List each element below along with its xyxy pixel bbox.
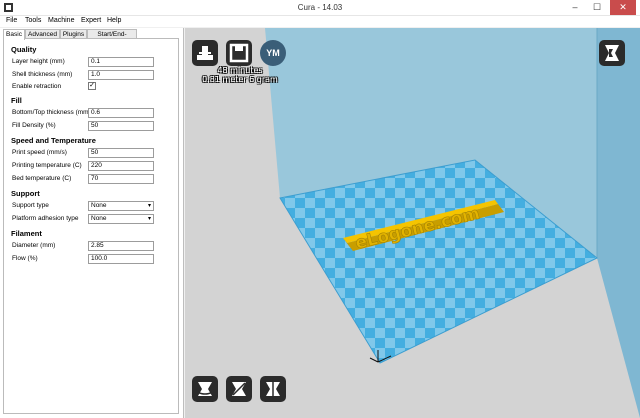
title-bar: Cura - 14.03 – ☐ ✕: [0, 0, 640, 16]
support-type-label: Support type: [12, 202, 49, 209]
diameter-label: Diameter (mm): [12, 242, 56, 249]
menu-expert[interactable]: Expert: [81, 17, 101, 24]
shell-thickness-input[interactable]: 1.0: [88, 70, 154, 80]
shell-thickness-label: Shell thickness (mm): [12, 71, 73, 78]
save-icon: [229, 43, 249, 63]
filament-header: Filament: [11, 229, 42, 238]
fill-density-input[interactable]: 50: [88, 121, 154, 131]
material-usage: 0.81 meter 6 gram: [202, 75, 278, 84]
bed-temperature-label: Bed temperature (C): [12, 175, 72, 182]
minimize-button[interactable]: –: [566, 0, 584, 15]
retraction-label: Enable retraction: [12, 83, 62, 90]
quality-header: Quality: [11, 45, 37, 54]
3d-viewport[interactable]: eLogone.com YM 48 minutes 0.81 meter 6 g…: [185, 28, 640, 418]
mirror-icon: [266, 380, 280, 398]
bottom-top-thickness-label: Bottom/Top thickness (mm): [12, 109, 91, 116]
diameter-input[interactable]: 2.85: [88, 241, 154, 251]
menu-file[interactable]: File: [6, 17, 17, 24]
youmagine-button[interactable]: YM: [260, 40, 286, 66]
support-type-value: None: [91, 202, 107, 209]
fill-header: Fill: [11, 96, 22, 105]
platform-adhesion-select[interactable]: None ▾: [88, 214, 154, 224]
platform-adhesion-label: Platform adhesion type: [12, 215, 79, 222]
bed-temperature-input[interactable]: 70: [88, 174, 154, 184]
build-scene[interactable]: eLogone.com: [185, 28, 640, 418]
view-mode-icon: [605, 45, 619, 61]
support-type-select[interactable]: None ▾: [88, 201, 154, 211]
printing-temperature-label: Printing temperature (C): [12, 162, 82, 169]
chevron-down-icon: ▾: [147, 203, 151, 209]
support-header: Support: [11, 189, 40, 198]
load-icon: [197, 46, 213, 60]
minimize-icon: –: [572, 2, 578, 12]
close-icon: ✕: [619, 2, 627, 12]
layer-height-input[interactable]: 0.1: [88, 57, 154, 67]
rotate-button[interactable]: [192, 376, 218, 402]
bottom-top-thickness-input[interactable]: 0.6: [88, 108, 154, 118]
view-mode-button[interactable]: [599, 40, 625, 66]
maximize-icon: ☐: [592, 2, 602, 12]
print-speed-input[interactable]: 50: [88, 148, 154, 158]
scale-icon: [232, 382, 246, 396]
chevron-down-icon: ▾: [147, 216, 151, 222]
retraction-checkbox[interactable]: ✓: [88, 82, 96, 90]
flow-input[interactable]: 100.0: [88, 254, 154, 264]
rotate-icon: [195, 382, 215, 396]
menu-tools[interactable]: Tools: [25, 17, 41, 24]
scale-button[interactable]: [226, 376, 252, 402]
build-volume-right-wall: [597, 28, 640, 418]
flow-label: Flow (%): [12, 255, 38, 262]
speed-temperature-header: Speed and Temperature: [11, 136, 96, 145]
platform-adhesion-value: None: [91, 215, 107, 222]
menu-bar: File Tools Machine Expert Help: [0, 16, 640, 27]
checkmark-icon: ✓: [89, 82, 95, 89]
mirror-button[interactable]: [260, 376, 286, 402]
menu-machine[interactable]: Machine: [48, 17, 74, 24]
print-time: 48 minutes: [217, 66, 263, 75]
print-stats: 48 minutes 0.81 meter 6 gram: [185, 66, 295, 84]
printing-temperature-input[interactable]: 220: [88, 161, 154, 171]
youmagine-icon: YM: [266, 48, 280, 58]
print-speed-label: Print speed (mm/s): [12, 149, 67, 156]
basic-settings-panel: Quality Layer height (mm) 0.1 Shell thic…: [3, 38, 179, 414]
save-toolpath-button[interactable]: [226, 40, 252, 66]
load-model-button[interactable]: [192, 40, 218, 66]
menu-help[interactable]: Help: [107, 17, 121, 24]
close-button[interactable]: ✕: [610, 0, 636, 15]
layer-height-label: Layer height (mm): [12, 58, 65, 65]
settings-sidebar: Basic Advanced Plugins Start/End-GCode Q…: [0, 28, 184, 418]
maximize-button[interactable]: ☐: [588, 0, 606, 15]
window-title: Cura - 14.03: [297, 3, 343, 12]
fill-density-label: Fill Density (%): [12, 122, 56, 129]
tab-basic[interactable]: Basic: [3, 29, 25, 40]
